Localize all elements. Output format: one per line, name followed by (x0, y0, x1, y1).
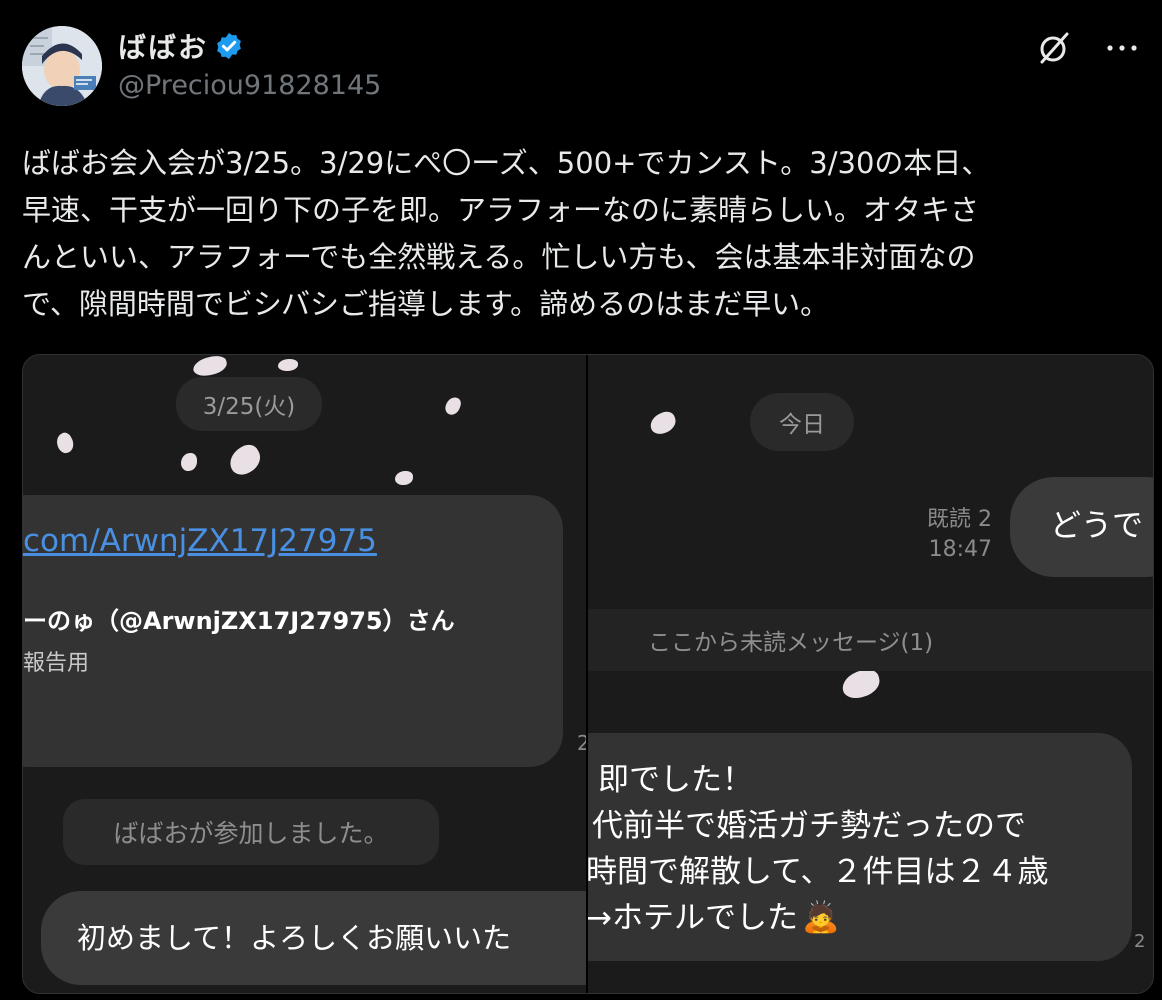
avatar[interactable] (22, 26, 102, 106)
sent-time: 18:47 (928, 537, 992, 562)
message-bubble[interactable]: 初めまして！よろしくお願いいた (41, 891, 586, 985)
tweet-line: ばばお会入会が3/25。3/29にぺ〇ーズ、500+でカンスト。3/30の本日、 (22, 146, 991, 180)
timestamp-fragment: 2 (1134, 931, 1146, 952)
read-label: 既読 2 (927, 507, 992, 532)
timestamp-fragment: 2 (577, 731, 586, 755)
tweet-text: ばばお会入会が3/25。3/29にぺ〇ーズ、500+でカンスト。3/30の本日、… (22, 140, 1147, 328)
tweet-line: んといい、アラフォーでも全然戦える。忙しい方も、会は基本非対面なの (22, 240, 976, 274)
date-pill: 3/25(火) (176, 377, 322, 431)
petal-decoration (395, 471, 413, 485)
bowing-emoji-icon: 🙇 (801, 900, 840, 935)
chat-screenshot-right: 今日 既読 2 18:47 どうで ここから未読メッセージ(1) 即でした！ 代… (588, 355, 1153, 993)
message-line-text: →ホテルでした (588, 900, 798, 936)
petal-decoration (53, 430, 77, 456)
petal-decoration (181, 453, 197, 471)
unread-banner-text: ここから未読メッセージ(1) (648, 630, 934, 656)
chat-screenshot-left: 3/25(火) com/ArwnjZX17J27975 ーのゅ（@ArwnjZX… (23, 355, 586, 993)
link-url[interactable]: com/ArwnjZX17J27975 (23, 523, 377, 559)
petal-decoration (278, 359, 298, 371)
petal-decoration (839, 666, 883, 702)
more-options-icon[interactable] (1102, 28, 1142, 68)
system-message-pill: ばばおが参加しました。 (63, 799, 439, 865)
verified-badge-icon (214, 31, 244, 61)
message-line: 代前半で婚活ガチ勢だったので (592, 808, 1026, 844)
unread-banner: ここから未読メッセージ(1) (588, 609, 1153, 671)
sent-message-text: どうで (1050, 508, 1143, 544)
tweet-line: で、隙間時間でビシバシご指導します。諦めるのはまだ早い。 (22, 287, 830, 321)
display-name[interactable]: ばばお (118, 26, 208, 66)
avatar-image (22, 26, 102, 106)
received-message-text: 即でした！ 代前半で婚活ガチ勢だったので 時間で解散して、２件目は２４歳 →ホテ… (588, 757, 1049, 941)
petal-decoration (647, 409, 679, 437)
received-message-bubble[interactable]: 即でした！ 代前半で婚活ガチ勢だったので 時間で解散して、２件目は２４歳 →ホテ… (588, 733, 1132, 961)
grok-icon[interactable] (1034, 28, 1074, 68)
message-line: 時間で解散して、２件目は２４歳 (588, 854, 1049, 890)
date-pill: 今日 (750, 393, 854, 451)
link-card-title: ーのゅ（@ArwnjZX17J27975）さん (23, 607, 455, 635)
link-card-subtitle: 報告用 (23, 651, 90, 676)
petal-decoration (191, 355, 229, 378)
petal-decoration (443, 395, 463, 417)
read-receipt: 既読 2 18:47 (888, 505, 992, 565)
message-text: 初めまして！よろしくお願いいた (77, 921, 512, 955)
message-line: →ホテルでした 🙇 (588, 895, 1049, 941)
sent-message-bubble[interactable]: どうで (1010, 477, 1153, 577)
message-line: 即でした！ (598, 762, 753, 798)
link-card[interactable]: com/ArwnjZX17J27975 ーのゅ（@ArwnjZX17J27975… (23, 495, 563, 767)
tweet-media-image[interactable]: 3/25(火) com/ArwnjZX17J27975 ーのゅ（@ArwnjZX… (22, 354, 1154, 994)
petal-decoration (224, 440, 266, 480)
tweet-line: 早速、干支が一回り下の子を即。アラフォーなのに素晴らしい。オタキさ (22, 193, 980, 227)
author-handle[interactable]: @Preciou91828145 (118, 70, 381, 101)
author-name-row[interactable]: ばばお (118, 26, 244, 66)
